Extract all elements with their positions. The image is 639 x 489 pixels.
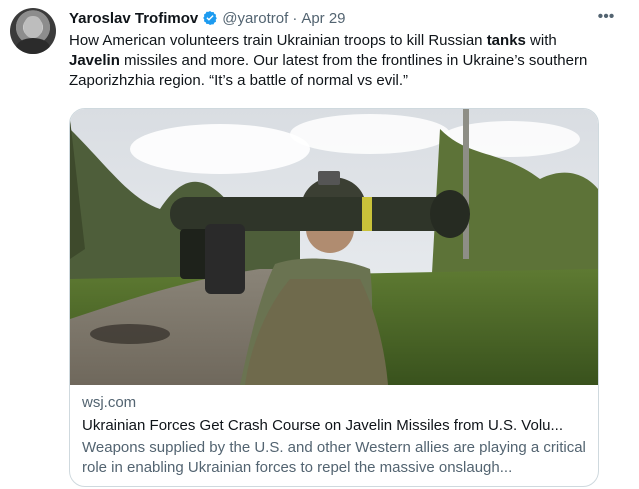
tweet[interactable]: Yaroslav Trofimov @yarotrof · Apr 29 •••… [0,0,639,489]
tweet-text-bold-javelin: Javelin [69,52,120,69]
card-domain: wsj.com [82,394,137,411]
tweet-date[interactable]: Apr 29 [301,10,345,27]
tweet-text-part-2: with [525,32,557,49]
tweet-text-bold-tanks: tanks [486,32,526,49]
separator-dot: · [292,9,298,27]
soldier-with-javelin-image [70,109,598,385]
tweet-text: How American volunteers train Ukrainian … [69,31,604,91]
tweet-text-part-1: How American volunteers train Ukrainian … [69,32,487,49]
tweet-header: Yaroslav Trofimov @yarotrof · Apr 29 [69,8,346,28]
article-photo[interactable] [70,109,598,385]
avatar[interactable] [10,8,56,54]
card-description: Weapons supplied by the U.S. and other W… [82,439,586,476]
more-icon[interactable]: ••• [596,9,616,25]
card-title: Ukrainian Forces Get Crash Course on Jav… [82,417,564,434]
author-name[interactable]: Yaroslav Trofimov [69,10,198,27]
link-card-body: wsj.com Ukrainian Forces Get Crash Cours… [82,393,588,478]
verified-icon [203,11,218,25]
tweet-text-part-3: missiles and more. Our latest from the f… [69,52,588,89]
author-handle[interactable]: @yarotrof [222,10,288,27]
link-card[interactable]: wsj.com Ukrainian Forces Get Crash Cours… [69,108,599,487]
avatar-face [24,16,42,38]
avatar-body [16,38,50,54]
